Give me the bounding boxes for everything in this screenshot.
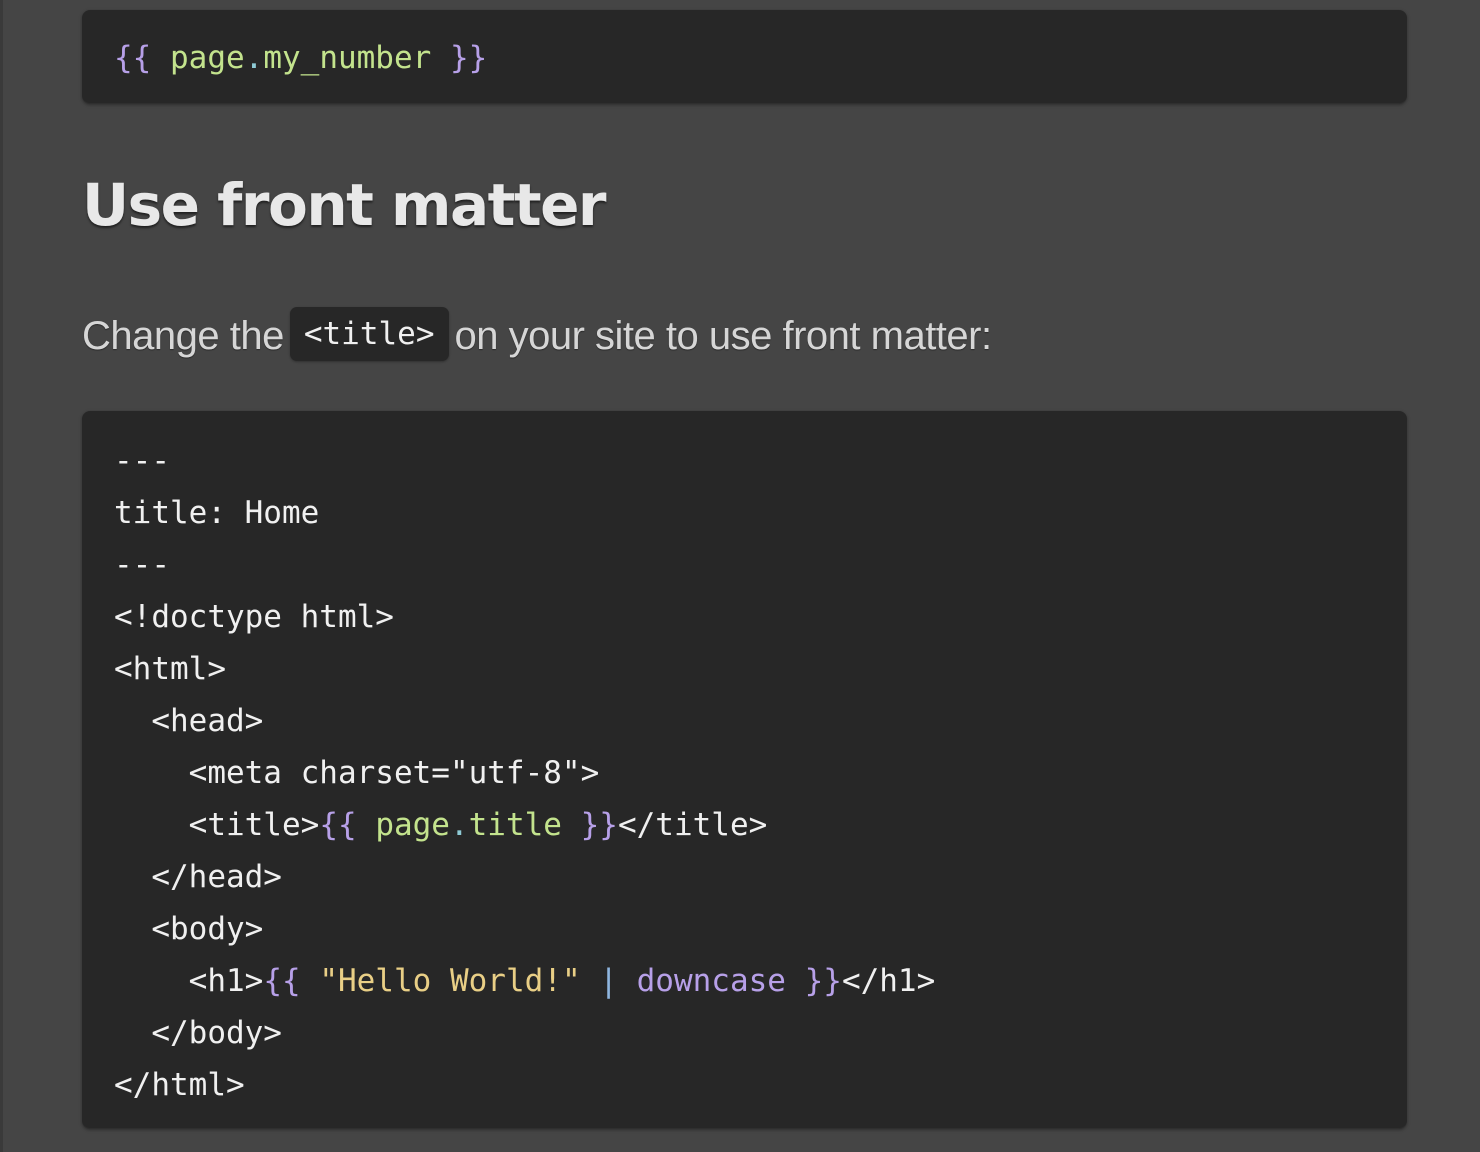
liquid-close-delimiter: }} (449, 40, 488, 76)
code-block-output-variable: {{ page.my_number }} (82, 10, 1407, 104)
liquid-close-delimiter: }} (804, 963, 842, 999)
liquid-variable-property: title (468, 807, 562, 843)
liquid-open-delimiter: {{ (263, 963, 301, 999)
paragraph-text-after: on your site to use front matter: (454, 314, 993, 358)
liquid-filter-pipe: | (599, 963, 618, 999)
html-tag-h1-close: </h1> (841, 963, 936, 999)
liquid-variable-object: page (375, 807, 450, 843)
liquid-variable-property: my_number (263, 40, 432, 76)
code-line: <html> (114, 651, 226, 687)
liquid-close-delimiter: }} (580, 807, 618, 843)
html-tag-title-close: </title> (617, 807, 768, 843)
code-block-front-matter-example: --- title: Home --- <!doctype html> <html> <… (82, 411, 1407, 1129)
code-line: title: Home (114, 495, 320, 531)
code-line-title: <title>{{ page.title }}</title> (114, 799, 1375, 851)
section-heading: Use front matter (82, 171, 607, 239)
code-line: --- (114, 547, 170, 583)
instruction-paragraph: Change the <title> on your site to use fro… (82, 307, 1407, 364)
code-line: <!doctype html> (114, 599, 394, 635)
liquid-string-literal: "Hello World!" (319, 963, 581, 999)
code-line-heading: <h1>{{ "Hello World!" | downcase }}</h1> (114, 955, 1375, 1007)
code-line: </head> (114, 859, 282, 895)
liquid-open-delimiter: {{ (114, 40, 152, 76)
html-tag-h1-open: <h1> (114, 963, 264, 999)
page-left-edge (0, 0, 3, 1152)
code-line: --- (114, 443, 170, 479)
code-line: <head> (114, 703, 264, 739)
article-content: {{ page.my_number }} Use front matter Ch… (82, 10, 1407, 1129)
code-line: </html> (114, 1067, 245, 1103)
code-line: <meta charset="utf-8"> (114, 755, 600, 791)
liquid-open-delimiter: {{ (319, 807, 357, 843)
liquid-dot: . (244, 40, 264, 76)
code-line: <body> (114, 911, 264, 947)
paragraph-text-before: Change the (82, 314, 284, 358)
html-tag-title-open: <title> (114, 807, 320, 843)
liquid-dot: . (449, 807, 469, 843)
inline-code-title-tag: <title> (289, 307, 449, 362)
liquid-filter-name: downcase (636, 963, 786, 999)
code-line: </body> (114, 1015, 282, 1051)
liquid-variable-object: page (170, 40, 245, 76)
